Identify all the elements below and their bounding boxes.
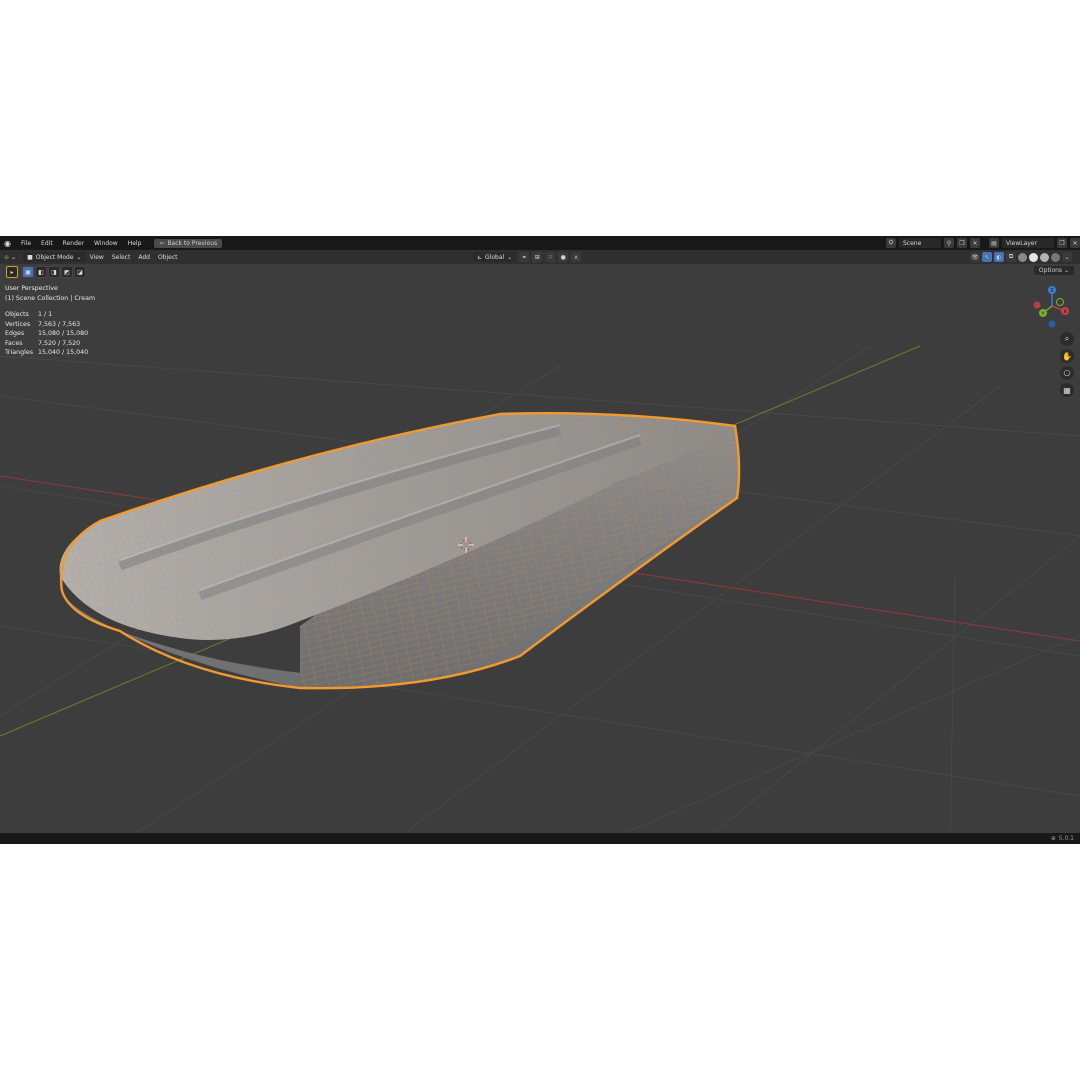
navigation-gizmo[interactable]: Z X Y (1032, 284, 1072, 329)
viewport-shading-controls: 👁 ↖ ◐ ⧉ ⌄ (970, 252, 1072, 262)
tool-settings-row: ▸ ▣ ◧ ◨ ◩ ◪ (6, 266, 86, 278)
stat-row: Edges 15,080 / 15,080 (5, 329, 88, 339)
select-subtract-icon[interactable]: ◨ (48, 266, 60, 278)
blender-logo-icon[interactable]: ◉ (3, 239, 12, 248)
camera-view-icon[interactable]: ⎔ (1060, 366, 1074, 380)
scene-statistics: Objects 1 / 1 Vertices 7,563 / 7,563 Edges… (5, 310, 88, 358)
visibility-icon[interactable]: 👁 (970, 252, 980, 262)
stat-value: 15,080 / 15,080 (38, 330, 89, 338)
blender-window: ◉ File Edit Render Window Help ⇦ Back to… (0, 236, 1080, 844)
rendered-shading-icon[interactable] (1051, 252, 1060, 262)
3d-viewport[interactable] (0, 236, 1080, 844)
menu-view[interactable]: View (86, 254, 108, 261)
status-bar: ⊕ 5.0.1 (0, 833, 1080, 844)
mesh-object-cream (59, 412, 741, 690)
wireframe-shading-icon[interactable] (1018, 252, 1027, 262)
gizmo-neg-z (1048, 320, 1056, 328)
solid-shading-icon[interactable] (1029, 252, 1038, 262)
grid-perspective-icon[interactable]: ▦ (1060, 383, 1074, 397)
globe-icon: ⊕ (1050, 835, 1056, 842)
viewport-header: ⊹ ⌄ ■ Object Mode ⌄ View Select Add Obje… (0, 250, 1080, 264)
new-view-layer-icon[interactable]: ❐ (1057, 238, 1067, 248)
stat-value: 7,520 / 7,520 (38, 339, 81, 347)
pan-hand-icon[interactable]: ✋ (1060, 349, 1074, 363)
mode-label: Object Mode (35, 253, 74, 261)
stat-row: Triangles 15,040 / 15,040 (5, 348, 88, 358)
menu-object[interactable]: Object (154, 254, 182, 261)
gizmo-toggle-icon[interactable]: ↖ (982, 252, 992, 262)
stat-row: Vertices 7,563 / 7,563 (5, 320, 88, 330)
options-dropdown[interactable]: Options ⌄ (1033, 266, 1074, 275)
pin-icon[interactable]: ⚲ (944, 238, 954, 248)
delete-scene-icon[interactable]: ✕ (970, 238, 980, 248)
view-name: User Perspective (5, 285, 58, 292)
gizmo-label-x: X (1063, 309, 1066, 315)
menu-file[interactable]: File (16, 240, 36, 247)
select-intersect-icon[interactable]: ◪ (74, 266, 86, 278)
stat-value: 7,563 / 7,563 (38, 320, 81, 328)
back-icon: ⇦ (159, 239, 165, 247)
shading-options-chevron-icon[interactable]: ⌄ (1062, 252, 1072, 262)
snap-icon[interactable]: ⊞ (532, 252, 543, 262)
stat-label: Faces (5, 339, 23, 347)
snap-target-icon[interactable]: ⁙ (545, 252, 556, 262)
material-preview-shading-icon[interactable] (1040, 252, 1049, 262)
delete-view-layer-icon[interactable]: ✕ (1070, 238, 1080, 248)
gizmo-label-z: Z (1050, 288, 1053, 294)
viewport-info-overlay: User Perspective (1) Scene Collection | … (5, 284, 95, 304)
chevron-down-icon: ⌄ (76, 253, 82, 261)
menu-window[interactable]: Window (89, 240, 123, 247)
select-tool-icon[interactable]: ▸ (6, 266, 18, 278)
transform-controls: ⊾ Global ⌄ ⚭ ⊞ ⁙ ● ∧ (470, 252, 582, 262)
version-label: 5.0.1 (1058, 835, 1074, 842)
overlay-toggle-icon[interactable]: ◐ (994, 252, 1004, 262)
menu-add[interactable]: Add (134, 254, 154, 261)
selection-mode-group: ▣ ◧ ◨ ◩ ◪ (22, 266, 86, 278)
chevron-down-icon: ⌄ (11, 253, 17, 261)
menu-render[interactable]: Render (58, 240, 89, 247)
options-label: Options (1038, 267, 1063, 274)
back-to-previous-button[interactable]: ⇦ Back to Previous (154, 238, 223, 248)
mode-selector[interactable]: ■ Object Mode ⌄ (23, 252, 86, 262)
3d-viewport-icon: ⊹ (4, 253, 10, 261)
stat-label: Edges (5, 330, 25, 338)
top-menu-bar: ◉ File Edit Render Window Help ⇦ Back to… (0, 236, 1080, 250)
transform-orientation-label: Global (485, 253, 505, 261)
scene-name-field[interactable]: Scene (899, 238, 941, 248)
view-layer-icon[interactable]: ▤ (989, 238, 999, 248)
gizmo-neg-x (1033, 301, 1041, 309)
new-scene-icon[interactable]: ❐ (957, 238, 967, 248)
transform-orientation-selector[interactable]: ⊾ Global ⌄ (473, 252, 517, 262)
stat-label: Objects (5, 311, 29, 318)
stat-row: Objects 1 / 1 (5, 310, 88, 320)
select-extend-icon[interactable]: ◧ (35, 266, 47, 278)
back-to-previous-label: Back to Previous (167, 239, 218, 247)
falloff-icon[interactable]: ∧ (571, 252, 582, 262)
zoom-icon[interactable]: ⌕ (1060, 332, 1074, 346)
stat-value: 15,040 / 15,040 (38, 349, 89, 357)
stat-label: Triangles (5, 349, 34, 357)
stat-label: Vertices (5, 320, 31, 328)
top-right-controls: ⛭ Scene ⚲ ❐ ✕ ▤ ViewLayer ❐ ✕ (886, 236, 1080, 250)
view-layer-field[interactable]: ViewLayer (1002, 238, 1054, 248)
gizmo-label-y: Y (1041, 311, 1045, 317)
gizmo-neg-y (1056, 298, 1064, 306)
chevron-down-icon: ⌄ (507, 253, 513, 261)
stat-row: Faces 7,520 / 7,520 (5, 339, 88, 349)
object-mode-icon: ■ (27, 253, 33, 261)
stat-value: 1 / 1 (38, 311, 53, 318)
collection-name: (1) Scene Collection | Cream (5, 295, 96, 302)
menu-edit[interactable]: Edit (36, 240, 58, 247)
orientation-icon: ⊾ (477, 253, 483, 261)
xray-toggle-icon[interactable]: ⧉ (1006, 252, 1016, 262)
menu-select[interactable]: Select (108, 254, 135, 261)
proportional-editing-icon[interactable]: ● (558, 252, 569, 262)
editor-type-button[interactable]: ⊹ ⌄ (0, 254, 20, 261)
menu-help[interactable]: Help (123, 240, 147, 247)
select-new-icon[interactable]: ▣ (22, 266, 34, 278)
pivot-point-icon[interactable]: ⚭ (519, 252, 530, 262)
scene-selector-icon[interactable]: ⛭ (886, 238, 896, 248)
select-invert-icon[interactable]: ◩ (61, 266, 73, 278)
